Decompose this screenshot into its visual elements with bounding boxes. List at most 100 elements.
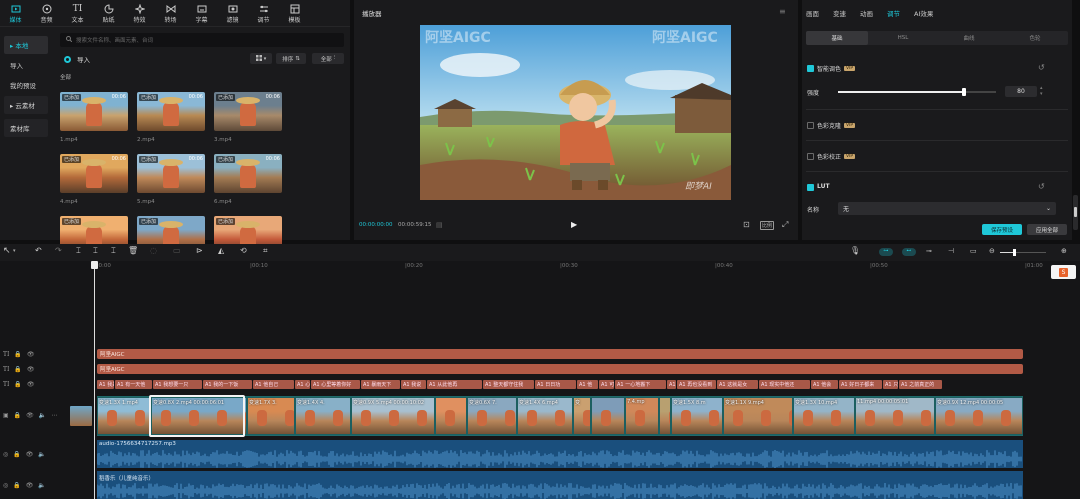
mirror-icon[interactable]: ◭ <box>218 246 224 255</box>
tool-sticker[interactable]: 贴纸 <box>93 0 124 27</box>
video-clip[interactable]: 变 <box>573 397 591 435</box>
video-clip[interactable]: 变速1.7X 3. <box>247 397 295 435</box>
subtitle-clip[interactable]: A1 他自己 <box>253 380 294 389</box>
freeze-icon[interactable]: ◌ <box>150 246 157 255</box>
zoom-slider-handle[interactable] <box>1013 249 1016 256</box>
subtitle-clip[interactable]: A1 他会 <box>811 380 838 389</box>
tab-animation[interactable]: 动画 <box>860 8 873 18</box>
tab-adjust[interactable]: 调节 <box>887 8 900 18</box>
video-clip[interactable]: 变速0.9X 5.mp4 00:00:10:02 <box>351 397 435 435</box>
main-track-link-toggle[interactable]: ⊶ <box>879 248 893 256</box>
subtitle-clip[interactable]: A1 日日功 <box>535 380 576 389</box>
video-clip[interactable] <box>591 397 625 435</box>
play-circle-icon[interactable]: ⊳ <box>196 246 203 255</box>
subtitle-clip[interactable]: A1 我的一下饭 <box>203 380 252 389</box>
volume-icon[interactable]: 🔈 <box>38 451 45 458</box>
eye-icon[interactable]: 👁 <box>26 482 34 489</box>
nav-item-library[interactable]: 素材库 <box>4 119 48 137</box>
subtitle-clip[interactable]: A1 心里等着你好 <box>311 380 360 389</box>
filter-button[interactable]: 全部 ⫶ <box>312 53 344 64</box>
import-button[interactable]: 导入 <box>64 54 90 64</box>
subtitle-clip[interactable]: A1 心里我 <box>295 380 310 389</box>
caption-icon[interactable]: ▭ <box>970 247 977 255</box>
subtitle-clip[interactable]: A1 好日子都来 <box>839 380 882 389</box>
video-clip[interactable]: 变速1.3X 1.mp4 <box>97 397 151 435</box>
video-clip[interactable] <box>659 397 671 435</box>
cover-thumbnail[interactable] <box>70 406 92 426</box>
text-clip-watermark1[interactable]: 阿坚AIGC <box>97 349 1023 359</box>
floating-helper-badge[interactable]: S <box>1051 265 1076 279</box>
zoom-out-icon[interactable]: ⊖ <box>989 247 995 255</box>
media-thumbnail[interactable]: 已添加 00:06 <box>214 154 282 193</box>
video-clip[interactable]: 11.mp4 00:00:05:01 <box>855 397 935 435</box>
smart-color-checkbox[interactable] <box>807 65 814 72</box>
audio-clip-music[interactable]: 稻香乐（儿童纯音乐） <box>97 471 1023 499</box>
menu-icon[interactable]: ≡ <box>779 7 786 16</box>
video-clip[interactable]: 7.4.mp <box>625 397 659 435</box>
split-right-icon[interactable]: ⌶ <box>111 246 116 256</box>
fullscreen-icon[interactable]: ⤢ <box>782 220 788 230</box>
play-icon[interactable]: ▶ <box>571 220 577 229</box>
lock-icon[interactable]: 🔒 <box>14 351 21 358</box>
tool-filter[interactable]: 滤镜 <box>217 0 248 27</box>
subtab-basic[interactable]: 基础 <box>806 31 868 45</box>
lock-icon[interactable]: 🔒 <box>14 381 21 388</box>
ratio-button[interactable]: 比例 <box>760 221 775 230</box>
tool-media[interactable]: 媒体 <box>0 0 31 27</box>
preview-axis-icon[interactable]: ⊣ <box>948 247 954 255</box>
subtitle-clip[interactable]: A1 只 <box>883 380 898 389</box>
lock-icon[interactable]: 🔒 <box>13 451 20 458</box>
volume-icon[interactable]: 🔈 <box>39 412 46 419</box>
subtab-curves[interactable]: 曲线 <box>938 31 1000 45</box>
subtitle-clip[interactable]: A1 我是老 <box>97 380 114 389</box>
split-icon[interactable]: ⌶ <box>76 246 81 256</box>
stepper-icon[interactable]: ▴ ▾ <box>1040 85 1043 97</box>
tool-text[interactable]: TI 文本 <box>62 0 93 27</box>
subtitle-clip[interactable]: A1 他 <box>577 380 598 389</box>
subtitle-clip[interactable]: A1 再也没看到 <box>677 380 716 389</box>
list-icon[interactable]: ▤ <box>436 221 443 229</box>
video-clip[interactable] <box>435 397 467 435</box>
video-clip[interactable]: 变速1.4X 4. <box>295 397 351 435</box>
select-cursor-icon[interactable]: ↖ <box>3 246 11 256</box>
subtitle-clip[interactable]: A1 我想要一只 <box>153 380 202 389</box>
subtitle-clip[interactable]: A1 整天都守住我 <box>483 380 534 389</box>
nav-item-local[interactable]: ▸ 本地 <box>4 36 48 54</box>
apply-all-button[interactable]: 应用全部 <box>1027 224 1067 235</box>
split-left-icon[interactable]: ⌶ <box>93 246 98 256</box>
nav-item-import[interactable]: 导入 <box>4 56 48 74</box>
nav-item-my-presets[interactable]: 我的预设 <box>4 76 48 94</box>
text-clip-watermark2[interactable]: 阿坚AIGC <box>97 364 1023 374</box>
subtitle-clip[interactable]: A1 之前真正的 <box>899 380 942 389</box>
tool-template[interactable]: 模板 <box>279 0 310 27</box>
video-clip[interactable]: 变速1.5X 8.m <box>671 397 723 435</box>
subtitle-clip[interactable]: A1 这就是女 <box>717 380 758 389</box>
reset-icon[interactable]: ↺ <box>1038 182 1045 191</box>
video-clip[interactable]: 变速1.4X 6.mp4 <box>517 397 573 435</box>
lut-checkbox[interactable] <box>807 184 814 191</box>
zoom-in-icon[interactable]: ⊕ <box>1061 247 1067 255</box>
subtab-hsl[interactable]: HSL <box>872 31 934 45</box>
time-ruler[interactable]: 00:00 |00:10 |00:20 |00:30 |00:40 |00:50 |01:0… <box>95 261 1080 273</box>
eye-icon[interactable]: 👁 <box>27 351 35 358</box>
lut-name-select[interactable]: 无 ⌄ <box>838 202 1056 215</box>
subtitle-clip[interactable]: A1 从此他再 <box>427 380 482 389</box>
subtitle-clip[interactable]: A1 有 <box>667 380 676 389</box>
volume-icon[interactable]: 🔈 <box>38 482 45 489</box>
media-thumbnail[interactable]: 已添加 00:06 <box>137 92 205 131</box>
sort-button[interactable]: 排序 ⇅ <box>276 53 306 64</box>
search-input[interactable]: 搜索文件名称、画面元素、台词 <box>60 33 344 47</box>
panel-scrollbar[interactable] <box>1073 195 1078 230</box>
tab-speed[interactable]: 变速 <box>833 8 846 18</box>
crop-disabled-icon[interactable]: ▭ <box>173 246 181 255</box>
fit-icon[interactable]: ⊡ <box>743 220 750 229</box>
scrollbar-thumb[interactable] <box>1074 207 1077 217</box>
subtitle-clip[interactable]: A1 暴雨天下 <box>361 380 400 389</box>
tab-picture[interactable]: 画面 <box>806 8 819 18</box>
subtitle-clip[interactable]: A1 一心地搬下 <box>615 380 666 389</box>
strength-slider-handle[interactable] <box>962 88 967 96</box>
save-preset-button[interactable]: 保存预设 <box>982 224 1022 235</box>
media-thumbnail[interactable]: 已添加 00:06 <box>214 92 282 131</box>
media-thumbnail[interactable]: 已添加 00:06 <box>137 154 205 193</box>
tool-subtitle[interactable]: 字幕 <box>186 0 217 27</box>
